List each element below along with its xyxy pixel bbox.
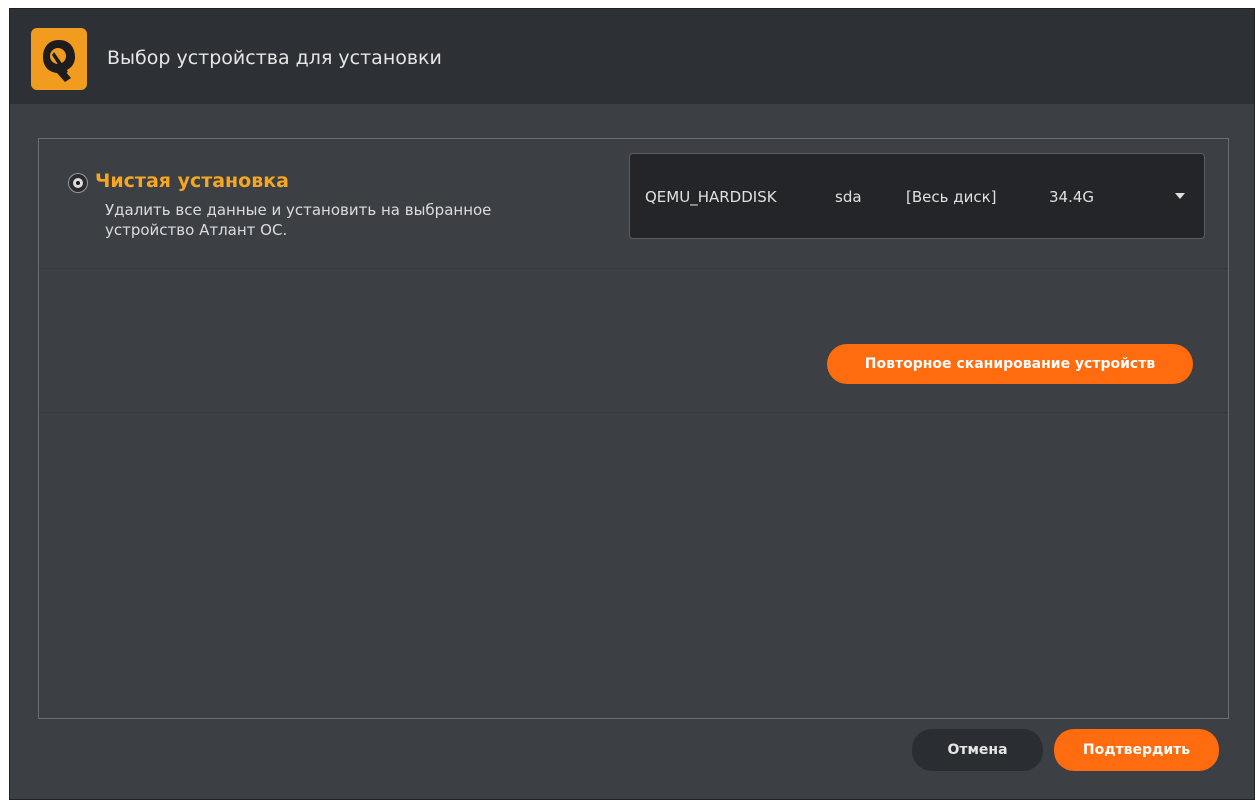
- device-model: QEMU_HARDDISK: [645, 188, 777, 206]
- atlant-logo-icon: [31, 28, 87, 90]
- device-name: sda: [835, 188, 862, 206]
- installer-window: Выбор устройства для установки Чистая ус…: [9, 8, 1255, 800]
- cancel-button[interactable]: Отмена: [912, 729, 1043, 771]
- header-bar: Выбор устройства для установки: [10, 9, 1254, 104]
- confirm-button[interactable]: Подтвердить: [1054, 729, 1219, 771]
- device-partition: [Весь диск]: [906, 188, 997, 206]
- clean-install-radio[interactable]: [69, 174, 87, 192]
- rescan-section: Повторное сканирование устройств: [39, 269, 1228, 413]
- chevron-down-icon[interactable]: [1175, 193, 1185, 199]
- device-select[interactable]: QEMU_HARDDISK sda [Весь диск] 34.4G: [629, 153, 1205, 239]
- device-size: 34.4G: [1049, 188, 1095, 206]
- install-option-section: Чистая установка Удалить все данные и ус…: [39, 139, 1228, 269]
- page-title: Выбор устройства для установки: [107, 47, 442, 69]
- option-title[interactable]: Чистая установка: [95, 170, 289, 192]
- option-description: Удалить все данные и установить на выбра…: [105, 201, 492, 239]
- rescan-devices-button[interactable]: Повторное сканирование устройств: [827, 344, 1193, 384]
- device-panel: Чистая установка Удалить все данные и ус…: [38, 138, 1229, 719]
